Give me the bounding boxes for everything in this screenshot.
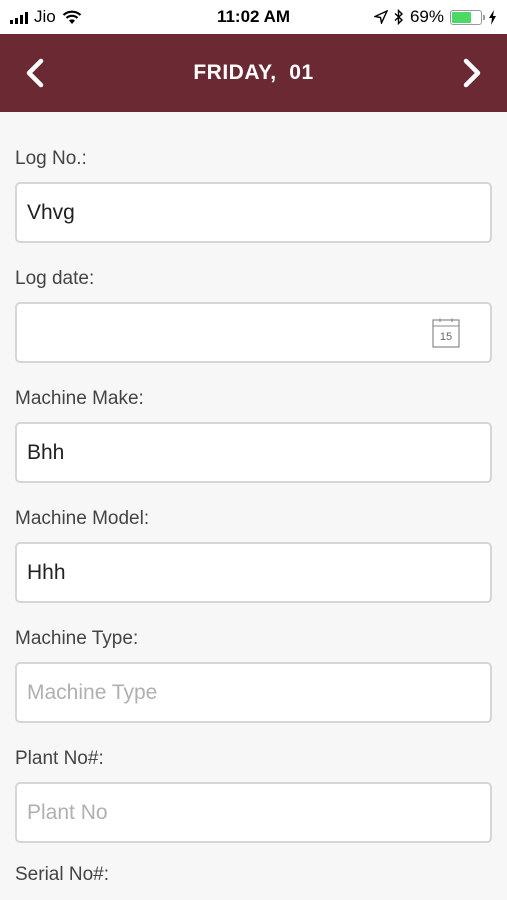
- status-left: Jio: [10, 7, 82, 27]
- carrier-name: Jio: [34, 7, 56, 26]
- charging-bolt-icon: [489, 9, 496, 25]
- plant-no-field: Plant No#: Plant No: [15, 712, 492, 843]
- svg-text:15: 15: [440, 331, 452, 343]
- machine-model-field: Machine Model: Hhh: [15, 472, 492, 603]
- status-bar: Jio 11:02 AM 69%: [0, 0, 507, 34]
- signal-icon: [10, 11, 28, 24]
- machine-type-label: Machine Type:: [15, 628, 139, 649]
- serial-no-label: Serial No#:: [15, 864, 109, 885]
- wifi-icon: [62, 10, 81, 24]
- machine-make-field: Machine Make: Bhh: [15, 352, 492, 483]
- log-date-field: Log date: 15: [15, 232, 492, 363]
- previous-day-button[interactable]: [20, 58, 50, 88]
- battery-icon: [450, 9, 485, 25]
- bluetooth-icon: [394, 9, 403, 25]
- next-day-button[interactable]: [457, 58, 487, 88]
- log-no-label: Log No.:: [15, 148, 87, 169]
- location-arrow-icon: [373, 10, 388, 24]
- machine-model-label: Machine Model:: [15, 508, 150, 529]
- status-right: 69%: [373, 7, 497, 27]
- chevron-right-icon: [463, 58, 481, 88]
- battery-fill: [452, 11, 472, 23]
- date-header: FRIDAY, 01: [0, 34, 507, 112]
- machine-type-field: Machine Type: Machine Type: [15, 592, 492, 723]
- calendar-icon[interactable]: 15: [432, 318, 460, 348]
- plant-no-label: Plant No#:: [15, 748, 104, 769]
- page-title: FRIDAY, 01: [193, 61, 314, 84]
- battery-percent: 69%: [409, 7, 444, 26]
- log-form: Log No.: Vhvg Log date: 15 Machine Make:…: [0, 112, 507, 843]
- machine-make-label: Machine Make:: [15, 388, 144, 409]
- log-date-label: Log date:: [15, 268, 95, 289]
- chevron-left-icon: [26, 58, 44, 88]
- log-no-field: Log No.: Vhvg: [15, 112, 492, 243]
- plant-no-input[interactable]: Plant No: [15, 782, 492, 843]
